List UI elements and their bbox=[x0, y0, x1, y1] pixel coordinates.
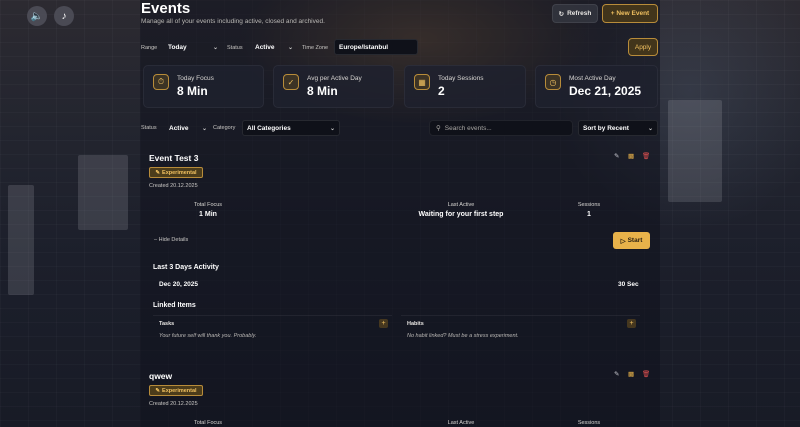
created-date: Created 20.12.2025 bbox=[149, 183, 198, 189]
new-event-button[interactable]: + New Event bbox=[602, 4, 658, 23]
start-label: Start bbox=[627, 237, 643, 244]
chevron-down-icon: ⌄ bbox=[287, 44, 293, 51]
sort-select[interactable]: Sort by Recent ⌄ bbox=[578, 120, 658, 136]
minus-icon: – bbox=[154, 237, 158, 243]
total-focus-label: Total Focus bbox=[193, 202, 223, 208]
add-habit-button[interactable]: + bbox=[627, 319, 636, 328]
sort-value: Sort by Recent bbox=[583, 124, 629, 132]
category-tag: ✎ Experimental bbox=[149, 385, 203, 396]
delete-icon[interactable]: 🗑 bbox=[642, 152, 650, 160]
edit-icon[interactable]: ✎ bbox=[614, 370, 619, 378]
category-select[interactable]: All Categories ⌄ bbox=[242, 120, 340, 136]
chart-icon[interactable]: ▩ bbox=[628, 152, 634, 160]
linked-items-title: Linked Items bbox=[153, 302, 196, 309]
music-note-icon: ♪ bbox=[61, 10, 67, 22]
last-active-label: Last Active bbox=[447, 420, 475, 426]
edit-icon[interactable]: ✎ bbox=[614, 152, 619, 160]
status-label: Status bbox=[227, 45, 243, 51]
check-circle-icon: ✓ bbox=[283, 74, 299, 90]
category-label: Category bbox=[213, 125, 236, 131]
last-active-label: Last Active bbox=[447, 202, 475, 208]
chart-icon[interactable]: ▩ bbox=[628, 370, 634, 378]
clock-icon: ◷ bbox=[545, 74, 561, 90]
music-toggle-button[interactable]: ♪ bbox=[54, 6, 74, 26]
calendar-icon: ▦ bbox=[414, 74, 430, 90]
stat-card-avg-per-day: ✓ Avg per Active Day 8 Min bbox=[273, 65, 394, 108]
stat-label: Today Focus bbox=[177, 75, 214, 82]
event-title: qwew bbox=[149, 371, 173, 381]
category-value: All Categories bbox=[247, 124, 291, 132]
list-status-label: Status bbox=[141, 125, 157, 131]
stat-value: Dec 21, 2025 bbox=[569, 84, 642, 98]
hide-details-link[interactable]: – Hide Details bbox=[154, 237, 188, 243]
speaker-icon: 🔈 bbox=[30, 10, 44, 22]
stat-card-today-sessions: ▦ Today Sessions 2 bbox=[404, 65, 526, 108]
activity-section-title: Last 3 Days Activity bbox=[153, 264, 219, 271]
refresh-icon: ↻ bbox=[558, 10, 565, 18]
range-label: Range bbox=[141, 45, 158, 51]
range-value: Today bbox=[168, 43, 187, 51]
sessions-value: 1 bbox=[587, 211, 591, 218]
hide-details-label: Hide Details bbox=[158, 237, 189, 243]
refresh-label: Refresh bbox=[567, 10, 592, 17]
start-button[interactable]: ▷ Start bbox=[613, 232, 650, 249]
chevron-down-icon: ⌄ bbox=[212, 44, 218, 51]
chevron-down-icon: ⌄ bbox=[329, 125, 335, 132]
sessions-label: Sessions bbox=[577, 420, 601, 426]
status-value: Active bbox=[255, 43, 275, 51]
stat-card-today-focus: ⏱ Today Focus 8 Min bbox=[143, 65, 264, 108]
tasks-empty-text: Your future self will thank you. Probabl… bbox=[159, 333, 257, 339]
stat-value: 8 Min bbox=[177, 84, 208, 98]
stat-label: Most Active Day bbox=[569, 75, 616, 82]
linked-tasks-box: Tasks + Your future self will thank you.… bbox=[153, 315, 392, 345]
activity-duration: 30 Sec bbox=[618, 281, 639, 288]
apply-button[interactable]: Apply bbox=[628, 38, 658, 56]
stat-value: 8 Min bbox=[307, 84, 338, 98]
play-icon: ▷ bbox=[620, 237, 626, 245]
page-subtitle: Manage all of your events including acti… bbox=[141, 18, 325, 25]
sessions-label: Sessions bbox=[577, 202, 601, 208]
stat-label: Avg per Active Day bbox=[307, 75, 362, 82]
total-focus-value: 1 Min bbox=[199, 211, 217, 218]
list-status-select[interactable]: Active ⌄ bbox=[165, 121, 211, 135]
range-select[interactable]: Today ⌄ bbox=[164, 40, 222, 54]
pencil-icon: ✎ bbox=[155, 169, 161, 176]
background-poster bbox=[668, 100, 722, 202]
stat-value: 2 bbox=[438, 84, 445, 98]
sound-toggle-button[interactable]: 🔈 bbox=[27, 6, 47, 26]
category-tag-label: Experimental bbox=[162, 169, 197, 176]
background-poster bbox=[78, 155, 128, 230]
timezone-input[interactable]: Europe/Istanbul bbox=[334, 39, 418, 55]
chevron-down-icon: ⌄ bbox=[201, 125, 207, 132]
category-tag: ✎ Experimental bbox=[149, 167, 203, 178]
search-placeholder: Search events... bbox=[444, 124, 492, 132]
status-select[interactable]: Active ⌄ bbox=[251, 40, 297, 54]
category-tag-label: Experimental bbox=[162, 387, 197, 394]
page-title: Events bbox=[141, 0, 191, 17]
search-icon: ⚲ bbox=[436, 125, 441, 132]
total-focus-label: Total Focus bbox=[193, 420, 223, 426]
stat-label: Today Sessions bbox=[438, 75, 484, 82]
timer-icon: ⏱ bbox=[153, 74, 169, 90]
timezone-label: Time Zone bbox=[302, 45, 329, 51]
add-task-button[interactable]: + bbox=[379, 319, 388, 328]
background-poster bbox=[8, 185, 34, 295]
refresh-button[interactable]: ↻ Refresh bbox=[552, 4, 598, 23]
delete-icon[interactable]: 🗑 bbox=[642, 370, 650, 378]
habits-label: Habits bbox=[407, 321, 424, 327]
pencil-icon: ✎ bbox=[155, 387, 161, 394]
created-date: Created 20.12.2025 bbox=[149, 401, 198, 407]
activity-date: Dec 20, 2025 bbox=[159, 281, 199, 288]
habits-empty-text: No habit linked? Must be a stress experi… bbox=[407, 333, 519, 339]
stat-card-most-active-day: ◷ Most Active Day Dec 21, 2025 bbox=[535, 65, 658, 108]
search-input[interactable]: ⚲ Search events... bbox=[429, 120, 573, 136]
list-status-value: Active bbox=[169, 124, 189, 132]
new-event-label: + New Event bbox=[610, 10, 650, 17]
linked-habits-box: Habits + No habit linked? Must be a stre… bbox=[401, 315, 640, 345]
last-active-value: Waiting for your first step bbox=[418, 211, 504, 218]
event-title: Event Test 3 bbox=[149, 153, 199, 163]
tasks-label: Tasks bbox=[159, 321, 175, 327]
chevron-down-icon: ⌄ bbox=[647, 125, 653, 132]
